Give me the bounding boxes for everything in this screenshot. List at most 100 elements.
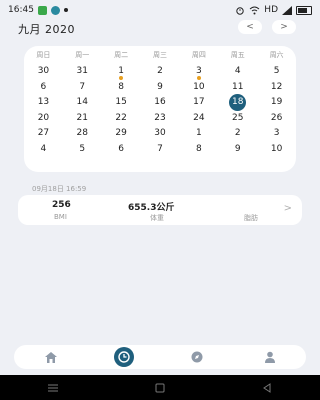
calendar-day[interactable]: 20	[24, 111, 63, 126]
calendar-day[interactable]: 21	[63, 111, 102, 126]
weekday-label: 周一	[75, 51, 90, 59]
calendar-day[interactable]: 30	[141, 126, 180, 141]
calendar-day[interactable]: 24	[179, 111, 218, 126]
calendar-day[interactable]: 1	[179, 126, 218, 141]
calendar-day[interactable]: 26	[257, 111, 296, 126]
day-number: 1	[195, 128, 202, 139]
calendar-day[interactable]: 16	[141, 95, 180, 110]
calendar-day[interactable]: 3	[257, 126, 296, 141]
calendar-day[interactable]: 14	[63, 95, 102, 110]
bmi-value: 256	[52, 200, 71, 210]
weight-label: 体重	[150, 214, 164, 222]
notification-dot-icon	[63, 8, 68, 12]
day-number: 6	[118, 143, 124, 154]
day-number: 24	[193, 112, 205, 123]
week-row: 30 31 1 2 3 4 5	[24, 64, 296, 81]
weekday-label: 周三	[152, 51, 167, 59]
calendar-day[interactable]: 19	[257, 95, 296, 110]
calendar-day[interactable]: 28	[63, 126, 102, 141]
home-button-icon[interactable]	[154, 383, 166, 393]
calendar-day[interactable]: 25	[218, 111, 257, 126]
day-number: 18	[229, 94, 247, 112]
month-nav: < >	[238, 20, 296, 34]
day-number: 27	[37, 128, 50, 139]
week-row: 4 5 6 7 8 9 10	[24, 142, 296, 158]
calendar-day[interactable]: 12	[257, 80, 296, 95]
back-icon[interactable]	[261, 382, 273, 393]
weekday-label: 周五	[230, 51, 245, 59]
day-number: 12	[270, 81, 283, 92]
calendar-day[interactable]: 17	[179, 95, 218, 110]
month-title: 九月 2020	[18, 23, 75, 36]
day-number: 9	[234, 143, 241, 154]
day-number: 31	[76, 66, 88, 77]
battery-icon	[296, 5, 312, 15]
day-number: 11	[231, 81, 244, 92]
menu-icon[interactable]	[47, 383, 59, 393]
calendar-day[interactable]: 4	[218, 64, 257, 79]
compass-icon	[191, 351, 202, 363]
bottom-nav	[14, 345, 306, 369]
calendar-day[interactable]: 6	[24, 80, 63, 95]
calendar-day[interactable]: 1	[102, 64, 141, 81]
alarm-icon	[236, 6, 244, 15]
calendar-day[interactable]: 15	[102, 95, 141, 110]
clock-icon	[117, 351, 130, 363]
calendar-grid: 30 31 1 2 3 4 5 6 7 8 9 10 11 12 13 14 15 16 17 18 19 20 21 22 2…	[24, 64, 296, 157]
day-number: 2	[157, 66, 163, 77]
prev-month-button[interactable]: <	[238, 20, 262, 34]
day-number: 17	[193, 97, 205, 108]
calendar-day[interactable]: 3	[179, 64, 218, 81]
week-row: 6 7 8 9 10 11 12	[24, 80, 296, 96]
day-number: 10	[193, 81, 205, 92]
day-number: 30	[154, 128, 166, 139]
day-number: 8	[118, 81, 124, 92]
nav-home[interactable]	[41, 347, 61, 367]
week-row: 13 14 15 16 17 18 19	[24, 94, 296, 112]
day-number: 22	[115, 112, 127, 123]
calendar-day[interactable]: 10	[257, 142, 296, 157]
nav-profile[interactable]	[260, 347, 280, 367]
calendar-day[interactable]: 9	[218, 142, 257, 157]
day-number: 21	[76, 112, 88, 123]
calendar-day[interactable]: 5	[63, 142, 102, 157]
week-row: 20 21 22 23 24 25 26	[24, 111, 296, 127]
status-bar: 16:45 HD	[0, 0, 320, 20]
calendar-day[interactable]: 5	[257, 64, 296, 79]
calendar-day[interactable]: 6	[102, 142, 141, 157]
calendar-day[interactable]: 8	[179, 142, 218, 157]
calendar-day[interactable]: 4	[24, 142, 63, 157]
day-number: 6	[40, 81, 47, 92]
calendar-day[interactable]: 27	[24, 126, 63, 141]
calendar-day[interactable]: 9	[141, 80, 180, 95]
day-number: 14	[76, 97, 88, 108]
calendar-day[interactable]: 30	[24, 64, 63, 79]
next-month-button[interactable]: >	[272, 20, 296, 34]
day-number: 5	[79, 143, 86, 154]
nav-record[interactable]	[113, 347, 134, 367]
calendar-day[interactable]: 13	[24, 95, 63, 110]
calendar-day[interactable]: 23	[141, 111, 180, 126]
day-number: 16	[154, 97, 166, 108]
calendar-day[interactable]: 11	[218, 80, 257, 95]
calendar-day-selected[interactable]: 18	[218, 94, 257, 112]
calendar-day[interactable]: 8	[102, 80, 141, 95]
calendar-day[interactable]: 29	[102, 126, 141, 141]
calendar-day[interactable]: 31	[63, 64, 102, 79]
calendar-day[interactable]: 7	[141, 142, 180, 157]
wifi-icon	[249, 6, 260, 14]
weekday-label: 周四	[191, 51, 206, 59]
day-number: 23	[154, 112, 166, 123]
calendar-day[interactable]: 2	[218, 126, 257, 141]
calendar-day[interactable]: 10	[179, 80, 218, 95]
record-card[interactable]: 256 BMI 655.3公斤 体重 脂肪 >	[18, 195, 302, 225]
status-time: 16:45	[8, 5, 34, 15]
calendar-day[interactable]: 2	[141, 64, 180, 79]
weight-value: 655.3公斤	[128, 203, 175, 213]
status-right: HD	[235, 5, 312, 15]
nav-discover[interactable]	[187, 347, 207, 367]
user-icon	[264, 351, 275, 363]
day-number: 15	[115, 97, 127, 108]
calendar-day[interactable]: 22	[102, 111, 141, 126]
calendar-day[interactable]: 7	[63, 80, 102, 95]
